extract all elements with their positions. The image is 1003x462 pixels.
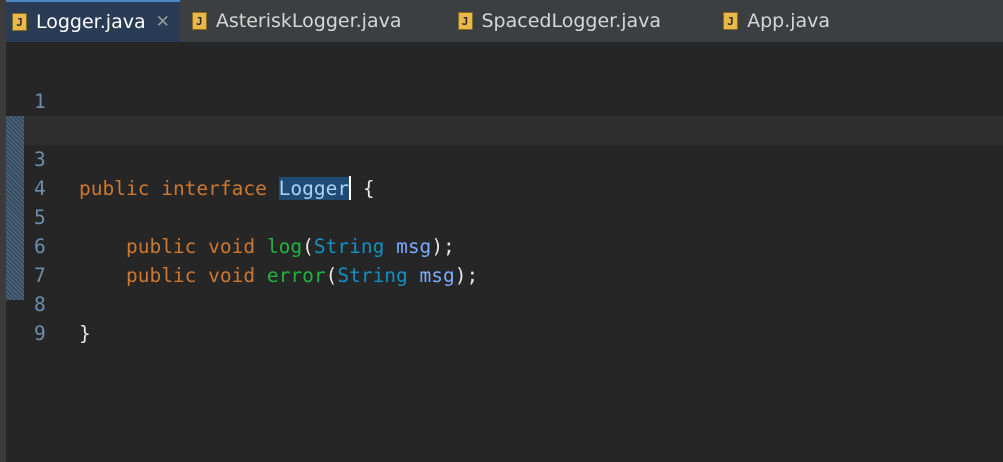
code-line-4[interactable]: 4 [6, 145, 1003, 200]
java-file-icon: J [12, 13, 27, 31]
code-line-3[interactable]: 3 public interface Logger { [6, 116, 1003, 200]
tab-asterisklogger-java[interactable]: J AsteriskLogger.java [180, 0, 412, 42]
tab-label: SpacedLogger.java [481, 10, 662, 32]
code-line-1[interactable]: 1 package week5; [6, 58, 1003, 142]
tab-label: App.java [747, 10, 831, 32]
code-line-9[interactable]: 9 [6, 290, 1003, 345]
code-line-5[interactable]: 5 public void log(String msg); [6, 174, 1003, 258]
tab-label: AsteriskLogger.java [215, 10, 402, 32]
code-line-7[interactable]: 7 [6, 232, 1003, 287]
code-line-2[interactable]: 2 [6, 87, 1003, 142]
line-number: 9 [34, 322, 46, 345]
editor-window: J Logger.java ✕ J AsteriskLogger.java J … [0, 0, 1003, 462]
change-marker-ruler [6, 116, 24, 300]
java-file-icon: J [457, 12, 473, 30]
tab-logger-java[interactable]: J Logger.java ✕ [0, 0, 180, 42]
java-file-icon: J [723, 12, 739, 30]
java-file-icon: J [191, 12, 207, 30]
tab-app-java[interactable]: J App.java [711, 0, 840, 42]
code-editor[interactable]: 1 package week5; 2 3 public interface Lo… [6, 42, 1003, 462]
code-line-8[interactable]: 8 } [6, 261, 1003, 345]
code-line-6[interactable]: 6 public void error(String msg); [6, 203, 1003, 287]
tab-spacedlogger-java[interactable]: J SpacedLogger.java [446, 0, 672, 42]
close-brace: } [79, 322, 91, 345]
tab-label: Logger.java [36, 11, 146, 33]
editor-tab-bar: J Logger.java ✕ J AsteriskLogger.java J … [0, 0, 1003, 42]
close-icon[interactable]: ✕ [156, 12, 170, 32]
